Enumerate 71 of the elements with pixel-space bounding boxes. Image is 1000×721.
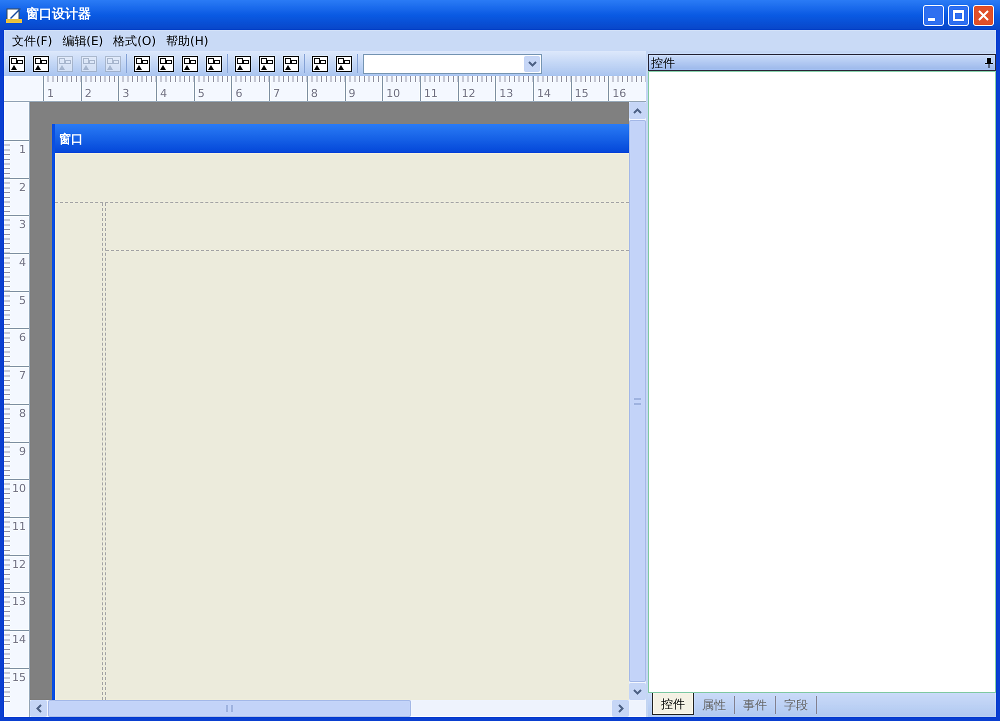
toolbar-button[interactable] bbox=[7, 54, 26, 73]
ruler-number: 8 bbox=[19, 408, 26, 422]
panel-title: 控件 bbox=[651, 56, 675, 68]
toolbar-button[interactable] bbox=[156, 54, 175, 73]
close-button[interactable] bbox=[973, 4, 994, 26]
ruler-number: 9 bbox=[348, 88, 356, 99]
toolbar-button[interactable] bbox=[31, 54, 50, 73]
scroll-down-button[interactable] bbox=[629, 683, 646, 700]
ruler-number: 14 bbox=[12, 634, 26, 648]
ruler-number: 5 bbox=[198, 88, 205, 99]
menu-item[interactable]: 帮助(H) bbox=[162, 32, 212, 50]
design-window-title: 窗口 bbox=[59, 130, 83, 148]
menu-item[interactable]: 编辑(E) bbox=[58, 32, 108, 50]
ruler-number: 3 bbox=[122, 88, 130, 99]
chevron-right-icon bbox=[618, 704, 624, 713]
ruler-number: 11 bbox=[12, 520, 26, 535]
ruler-number: 15 bbox=[574, 88, 589, 99]
chevron-down-icon bbox=[633, 688, 642, 694]
toolbar-button[interactable] bbox=[334, 54, 353, 73]
ruler-number: 9 bbox=[19, 446, 26, 460]
horizontal-scrollbar[interactable] bbox=[30, 700, 646, 717]
panel-tab[interactable]: 属性 bbox=[694, 696, 735, 714]
minimize-button[interactable] bbox=[923, 4, 944, 26]
scroll-up-button[interactable] bbox=[629, 102, 646, 119]
panel-tab[interactable]: 字段 bbox=[776, 696, 817, 714]
ruler-number: 2 bbox=[19, 182, 26, 196]
ruler-number: 8 bbox=[310, 88, 318, 99]
ruler-number: 6 bbox=[235, 88, 242, 99]
chevron-left-icon bbox=[36, 704, 42, 713]
ruler-number: 15 bbox=[12, 672, 26, 686]
ruler-number: 1 bbox=[47, 88, 54, 99]
toolbar-button[interactable] bbox=[132, 54, 151, 73]
ruler-number: 6 bbox=[19, 332, 26, 346]
ruler-number: 13 bbox=[12, 596, 26, 610]
toolbar-button[interactable] bbox=[233, 54, 252, 73]
ruler-number: 3 bbox=[19, 219, 26, 234]
app-pencil-ruler-icon bbox=[6, 7, 22, 23]
chevron-down-icon bbox=[528, 60, 536, 66]
ruler-number: 12 bbox=[462, 88, 476, 99]
ruler-number: 12 bbox=[12, 558, 26, 573]
ruler-number: 4 bbox=[160, 88, 168, 99]
ruler-number: 10 bbox=[12, 483, 26, 498]
menu-item[interactable]: 文件(F) bbox=[8, 32, 56, 50]
scroll-right-button[interactable] bbox=[612, 700, 629, 717]
ruler-number: 7 bbox=[19, 370, 26, 384]
scroll-left-button[interactable] bbox=[30, 700, 47, 717]
ruler-number: 5 bbox=[19, 294, 26, 309]
toolbar-button[interactable] bbox=[180, 54, 199, 73]
ruler-number: 16 bbox=[612, 88, 626, 99]
window-title: 窗口设计器 bbox=[26, 6, 91, 24]
toolbar-button[interactable] bbox=[257, 54, 276, 73]
toolbar-button[interactable] bbox=[281, 54, 300, 73]
ruler-number: 11 bbox=[424, 88, 438, 99]
ruler-number: 2 bbox=[84, 88, 92, 99]
scroll-thumb[interactable] bbox=[48, 700, 411, 717]
menu-item[interactable]: 格式(O) bbox=[109, 32, 160, 50]
ruler-number: 1 bbox=[19, 144, 26, 158]
ruler-number: 13 bbox=[499, 88, 514, 99]
ruler-number: 10 bbox=[386, 88, 400, 99]
toolbar-button[interactable] bbox=[310, 54, 329, 73]
close-icon bbox=[978, 10, 989, 20]
maximize-button[interactable] bbox=[948, 4, 969, 26]
ruler-number: 7 bbox=[273, 88, 280, 99]
ruler-number: 4 bbox=[19, 257, 26, 272]
combo-box[interactable] bbox=[363, 54, 542, 74]
panel-tab[interactable]: 事件 bbox=[735, 696, 776, 714]
ruler-number: 14 bbox=[536, 88, 551, 99]
toolbar-button[interactable] bbox=[204, 54, 223, 73]
chevron-up-icon bbox=[633, 108, 642, 114]
panel-tab[interactable]: 控件 bbox=[652, 693, 694, 715]
pin-icon[interactable] bbox=[985, 58, 993, 68]
